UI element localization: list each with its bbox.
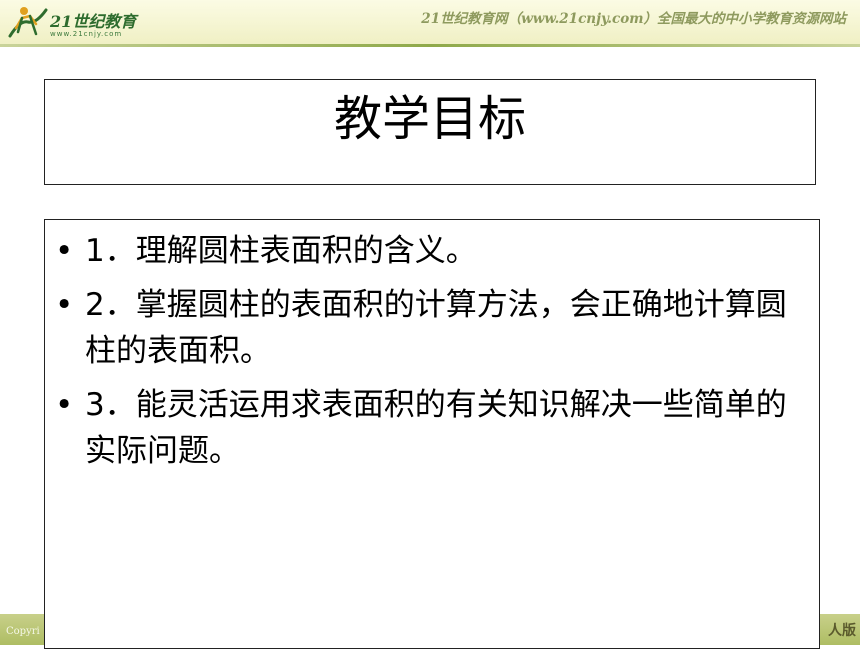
objective-text: 1．理解圆柱表面积的含义。: [85, 233, 477, 269]
logo-text: 21世纪教育: [50, 12, 137, 31]
slide-title: 教学目标: [333, 91, 526, 147]
bullet-dot-icon: •: [55, 287, 74, 323]
running-figure-logo-icon: [8, 7, 48, 38]
header-divider: [0, 44, 860, 47]
content-box: • 1．理解圆柱表面积的含义。 • 2．掌握圆柱的表面积的计算方法，会正确地计算…: [44, 219, 820, 649]
list-item: • 2．掌握圆柱的表面积的计算方法，会正确地计算圆柱的表面积。: [55, 282, 803, 374]
site-logo[interactable]: 21世纪教育 www.21cnjy.com: [6, 2, 156, 42]
objective-text: 3．能灵活运用求表面积的有关知识解决一些简单的实际问题。: [85, 387, 787, 469]
footer-copyright: Copyri: [6, 626, 40, 637]
objective-text: 2．掌握圆柱的表面积的计算方法，会正确地计算圆柱的表面积。: [85, 287, 787, 369]
list-item: • 3．能灵活运用求表面积的有关知识解决一些简单的实际问题。: [55, 382, 803, 474]
footer-edition: 人版: [828, 623, 856, 639]
list-item: • 1．理解圆柱表面积的含义。: [55, 228, 803, 274]
bullet-dot-icon: •: [55, 387, 74, 423]
title-box: 教学目标: [44, 79, 816, 185]
bullet-dot-icon: •: [55, 233, 74, 269]
header-banner: 21世纪教育 www.21cnjy.com 21世纪教育网（www.21cnjy…: [0, 0, 860, 44]
site-slogan[interactable]: 21世纪教育网（www.21cnjy.com）全国最大的中小学教育资源网站: [421, 7, 846, 27]
logo-url: www.21cnjy.com: [50, 30, 123, 38]
objectives-list: • 1．理解圆柱表面积的含义。 • 2．掌握圆柱的表面积的计算方法，会正确地计算…: [55, 228, 803, 482]
